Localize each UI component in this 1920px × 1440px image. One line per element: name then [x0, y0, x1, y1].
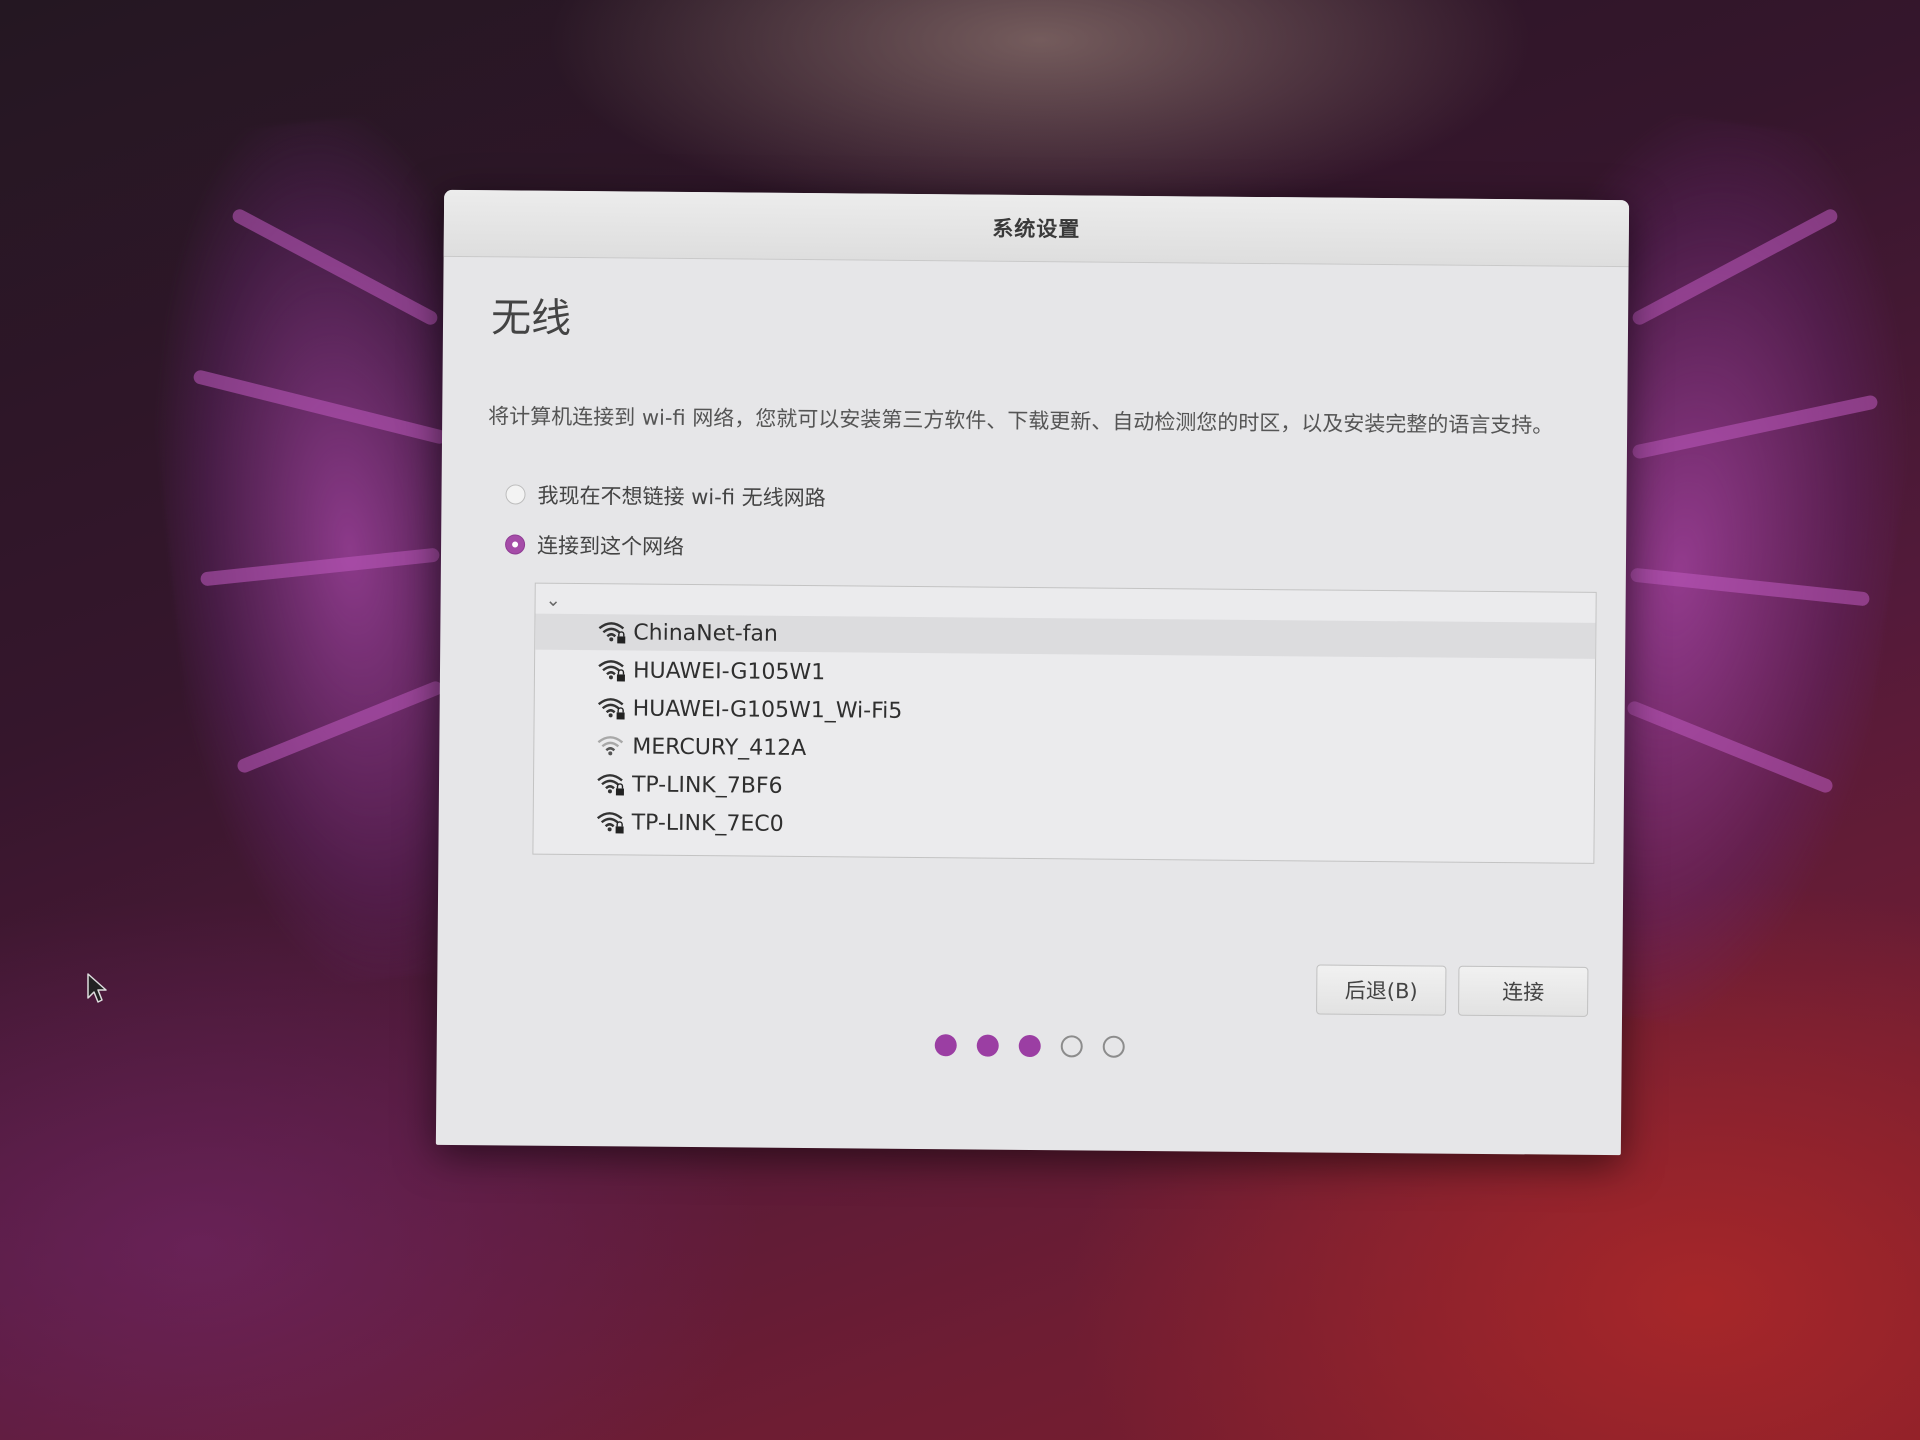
wifi-signal-icon	[596, 733, 626, 759]
progress-dot-pending	[1060, 1035, 1083, 1058]
network-ssid: TP-LINK_7EC0	[631, 810, 784, 837]
progress-dot-pending	[1102, 1035, 1125, 1058]
wifi-signal-icon	[597, 657, 627, 683]
network-ssid: MERCURY_412A	[632, 734, 807, 761]
wifi-network-list[interactable]: ⌄ ChinaNet-fan HUAWEI-G105W1 HUAWEI-G105…	[532, 582, 1597, 864]
chevron-down-icon[interactable]: ⌄	[546, 590, 561, 611]
page-description: 将计算机连接到 wi-fi 网络，您就可以安装第三方软件、下载更新、自动检测您的…	[488, 404, 1554, 438]
wifi-signal-icon	[597, 619, 627, 645]
skip-wifi-label: 我现在不想链接 wi-fi 无线网路	[537, 483, 826, 511]
skip-wifi-option[interactable]: 我现在不想链接 wi-fi 无线网路	[505, 479, 826, 512]
network-ssid: ChinaNet-fan	[633, 620, 779, 647]
page-title: 无线	[490, 295, 572, 342]
progress-dot-completed	[976, 1034, 999, 1057]
mouse-pointer-icon	[86, 972, 108, 1008]
window-titlebar[interactable]: 系统设置	[443, 189, 1630, 268]
back-button[interactable]: 后退(B)	[1316, 964, 1447, 1016]
network-ssid: HUAWEI-G105W1	[632, 658, 826, 685]
window-title: 系统设置	[992, 216, 1081, 242]
installer-progress	[437, 1030, 1622, 1062]
connect-network-option[interactable]: 连接到这个网络	[505, 529, 684, 561]
network-ssid: TP-LINK_7BF6	[631, 772, 783, 799]
network-row[interactable]: TP-LINK_7EC0	[534, 804, 1594, 849]
lock-icon	[615, 826, 624, 834]
connect-network-label: 连接到这个网络	[536, 533, 685, 559]
network-ssid: HUAWEI-G105W1_Wi-Fi5	[632, 696, 903, 724]
desktop-background: 系统设置 无线 将计算机连接到 wi-fi 网络，您就可以安装第三方软件、下载更…	[0, 0, 1920, 1440]
lock-icon	[616, 674, 625, 682]
dialog-buttons: 后退(B) 连接	[1316, 964, 1589, 1017]
wifi-signal-icon	[597, 695, 627, 721]
skip-wifi-radio[interactable]	[505, 484, 526, 505]
connect-button[interactable]: 连接	[1458, 965, 1589, 1017]
lock-icon	[615, 788, 624, 796]
connect-network-radio[interactable]	[505, 534, 526, 555]
system-settings-window: 系统设置 无线 将计算机连接到 wi-fi 网络，您就可以安装第三方软件、下载更…	[435, 189, 1630, 1156]
lock-icon	[616, 712, 625, 720]
progress-dot-completed	[934, 1034, 957, 1057]
progress-dot-current	[1018, 1034, 1041, 1058]
wifi-signal-icon	[596, 771, 626, 797]
wifi-signal-icon	[596, 809, 626, 835]
lock-icon	[617, 636, 626, 644]
